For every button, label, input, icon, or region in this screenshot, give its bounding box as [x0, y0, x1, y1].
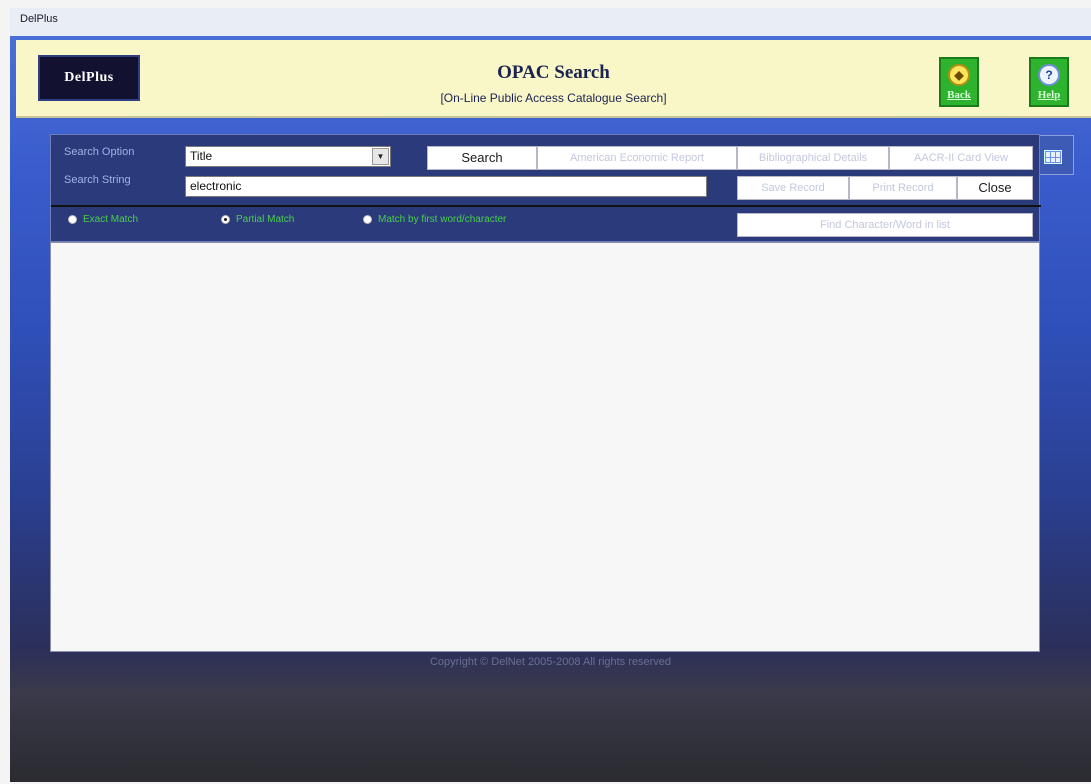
- search-panel: Search Option Search String Title ▼ elec…: [50, 134, 1041, 242]
- print-record-button[interactable]: Print Record: [849, 176, 957, 200]
- search-button[interactable]: Search: [427, 146, 537, 170]
- panel-divider: [51, 205, 1041, 207]
- search-option-label: Search Option: [64, 146, 135, 158]
- search-string-input[interactable]: electronic: [185, 176, 707, 197]
- help-button[interactable]: ? Help: [1029, 57, 1069, 107]
- partial-match-label: Partial Match: [236, 214, 295, 225]
- results-list[interactable]: [50, 242, 1040, 652]
- help-label: Help: [1037, 89, 1061, 101]
- chevron-down-icon[interactable]: ▼: [372, 148, 389, 165]
- close-button[interactable]: Close: [957, 176, 1033, 200]
- search-string-label: Search String: [64, 174, 131, 186]
- header-bar: DelPlus OPAC Search [On-Line Public Acce…: [16, 40, 1091, 118]
- partial-match-radio[interactable]: Partial Match: [221, 214, 294, 225]
- copyright-footer: Copyright © DelNet 2005-2008 All rights …: [429, 656, 672, 668]
- report-button[interactable]: American Economic Report: [537, 146, 737, 170]
- radio-dot: [68, 215, 77, 224]
- window-title: DelPlus: [20, 13, 58, 25]
- search-option-select[interactable]: Title ▼: [185, 146, 391, 167]
- first-word-match-label: Match by first word/character: [378, 214, 507, 225]
- save-record-button[interactable]: Save Record: [737, 176, 849, 200]
- search-string-value: electronic: [190, 179, 242, 193]
- back-label: Back: [947, 89, 971, 101]
- radio-dot: [363, 215, 372, 224]
- exact-match-label: Exact Match: [83, 214, 139, 225]
- exact-match-radio[interactable]: Exact Match: [68, 214, 138, 225]
- back-button[interactable]: ◆ Back: [939, 57, 979, 107]
- page-subtitle: [On-Line Public Access Catalogue Search]: [440, 91, 667, 105]
- first-word-match-radio[interactable]: Match by first word/character: [363, 214, 506, 225]
- back-arrow-icon: ◆: [948, 64, 970, 86]
- bibliographical-details-button[interactable]: Bibliographical Details: [737, 146, 889, 170]
- radio-dot-selected: [221, 215, 230, 224]
- help-question-icon: ?: [1038, 64, 1060, 86]
- aacr-card-view-button[interactable]: AACR-II Card View: [889, 146, 1033, 170]
- search-option-value: Title: [190, 149, 213, 163]
- grid-view-icon[interactable]: [1044, 150, 1062, 164]
- page-title: OPAC Search: [497, 62, 610, 83]
- find-in-list-button[interactable]: Find Character/Word in list: [737, 213, 1033, 237]
- window-titlebar: DelPlus: [10, 8, 1091, 36]
- app-window: DelPlus OPAC Search [On-Line Public Acce…: [10, 36, 1091, 782]
